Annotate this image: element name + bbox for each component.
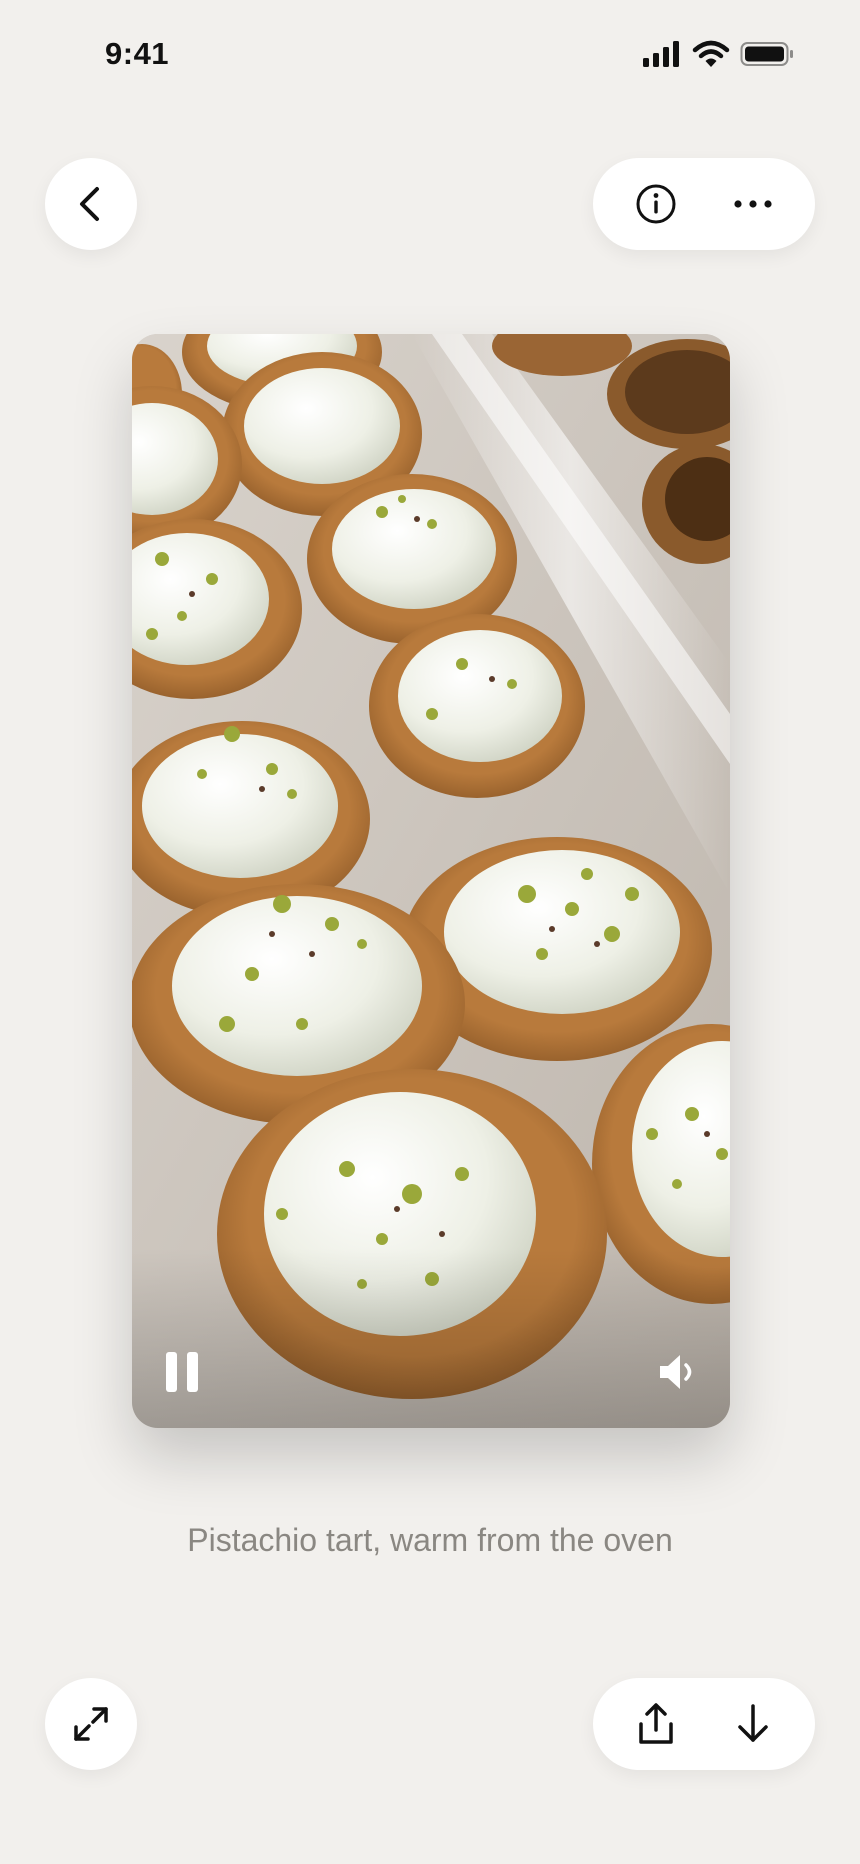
status-bar: 9:41 bbox=[0, 0, 860, 110]
more-options-button[interactable] bbox=[718, 169, 788, 239]
cellular-signal-icon bbox=[643, 41, 679, 67]
status-icons bbox=[642, 40, 794, 68]
status-time: 9:41 bbox=[105, 36, 170, 71]
video-player[interactable] bbox=[132, 334, 730, 1428]
back-button[interactable] bbox=[45, 158, 137, 250]
volume-icon bbox=[660, 1355, 692, 1389]
chevron-left-icon bbox=[80, 187, 99, 221]
top-actions-group bbox=[593, 158, 815, 250]
media-caption: Pistachio tart, warm from the oven bbox=[187, 1522, 673, 1558]
wifi-icon bbox=[692, 40, 730, 67]
pause-button[interactable] bbox=[154, 1344, 210, 1400]
volume-button[interactable] bbox=[650, 1344, 706, 1400]
share-button[interactable] bbox=[621, 1689, 691, 1759]
download-icon bbox=[737, 1704, 768, 1742]
download-button[interactable] bbox=[718, 1689, 788, 1759]
pause-icon bbox=[166, 1352, 198, 1392]
battery-icon bbox=[740, 42, 793, 66]
bottom-actions-group bbox=[593, 1678, 815, 1770]
share-icon bbox=[638, 1703, 673, 1744]
expand-button[interactable] bbox=[45, 1678, 137, 1770]
controls-scrim bbox=[132, 1248, 730, 1428]
expand-icon bbox=[74, 1707, 108, 1741]
info-icon bbox=[636, 184, 675, 224]
info-button[interactable] bbox=[621, 169, 691, 239]
more-horizontal-icon bbox=[733, 200, 772, 208]
